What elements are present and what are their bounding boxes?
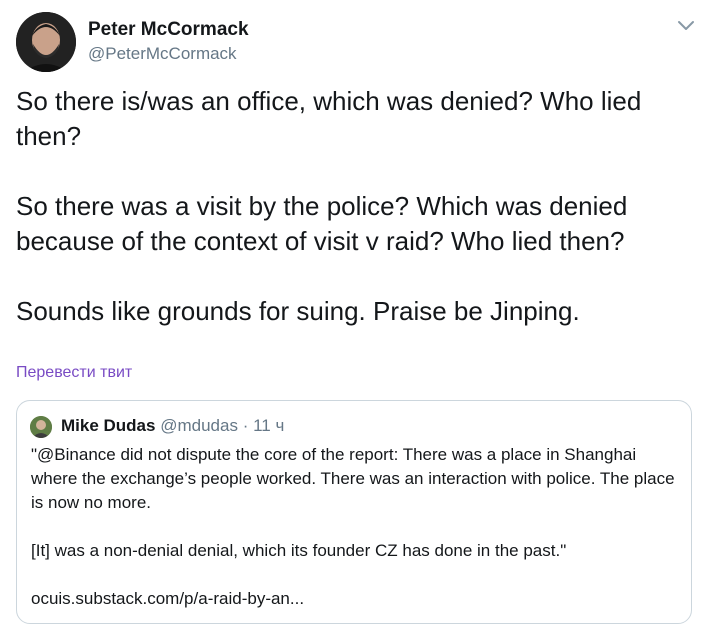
quoted-paragraph: "@Binance did not dispute the core of th… [31, 445, 675, 512]
tweet-paragraph: So there was a visit by the police? Whic… [16, 191, 628, 256]
quoted-link: ocuis.substack.com/p/a-raid-by-an... [31, 589, 305, 608]
chevron-down-icon[interactable] [676, 18, 696, 34]
quoted-header: Mike Dudas @mdudas · 11 ч [61, 416, 284, 436]
quoted-author-avatar [30, 416, 52, 438]
quoted-author-handle: @mdudas [160, 416, 238, 435]
quoted-tweet[interactable]: Mike Dudas @mdudas · 11 ч "@Binance did … [16, 400, 692, 624]
author-handle[interactable]: @PeterMcCormack [88, 44, 237, 64]
tweet-paragraph: So there is/was an office, which was den… [16, 86, 642, 151]
tweet-text: So there is/was an office, which was den… [16, 84, 696, 329]
quoted-author-name: Mike Dudas [61, 416, 156, 435]
tweet-paragraph: Sounds like grounds for suing. Praise be… [16, 296, 580, 326]
quoted-text: "@Binance did not dispute the core of th… [31, 443, 681, 611]
separator-dot: · [242, 416, 249, 435]
avatar-photo [16, 12, 76, 72]
translate-tweet-link[interactable]: Перевести твит [16, 364, 132, 382]
quoted-paragraph: [It] was a non-denial denial, which its … [31, 541, 567, 560]
quoted-timestamp: 11 ч [253, 416, 285, 435]
author-avatar[interactable] [16, 12, 76, 72]
author-name[interactable]: Peter McCormack [88, 19, 249, 41]
